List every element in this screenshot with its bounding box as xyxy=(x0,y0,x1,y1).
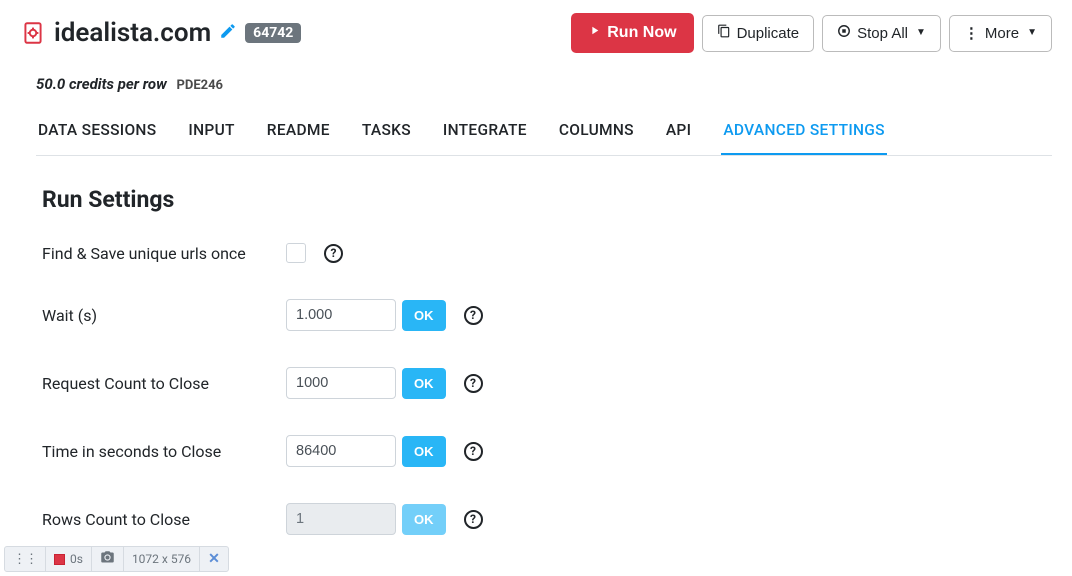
more-label: More xyxy=(985,23,1019,44)
camera-segment[interactable] xyxy=(92,547,124,571)
caret-down-icon: ▼ xyxy=(916,26,926,40)
checkbox-find-save[interactable] xyxy=(286,243,306,263)
three-dots-icon: ⋮ xyxy=(964,23,979,44)
pde-code: PDE246 xyxy=(177,78,224,93)
stop-all-label: Stop All xyxy=(857,23,908,44)
input-time-close[interactable] xyxy=(286,435,396,467)
settings-document-icon xyxy=(20,20,46,46)
caret-down-icon: ▼ xyxy=(1027,26,1037,40)
edit-icon[interactable] xyxy=(219,22,237,45)
tab-tasks[interactable]: TASKS xyxy=(360,111,413,155)
tab-columns[interactable]: COLUMNS xyxy=(557,111,636,155)
drag-dots-icon: ⋮⋮ xyxy=(13,553,37,566)
tab-api[interactable]: API xyxy=(664,111,693,155)
drag-handle[interactable]: ⋮⋮ xyxy=(5,547,46,571)
record-icon xyxy=(54,554,65,565)
ok-button-rows-count: OK xyxy=(402,504,446,535)
tab-integrate[interactable]: INTEGRATE xyxy=(441,111,529,155)
tabs: DATA SESSIONS INPUT README TASKS INTEGRATE CO… xyxy=(36,111,1052,156)
status-bar: ⋮⋮ 0s 1072 x 576 ✕ xyxy=(4,546,229,572)
credits-row: 50.0 credits per row PDE246 xyxy=(36,75,1052,93)
duplicate-button[interactable]: Duplicate xyxy=(702,15,815,52)
setting-label-find-save: Find & Save unique urls once xyxy=(42,244,286,263)
tab-readme[interactable]: README xyxy=(265,111,332,155)
setting-label-request-count: Request Count to Close xyxy=(42,374,286,393)
duplicate-label: Duplicate xyxy=(737,23,800,44)
play-icon xyxy=(588,22,601,44)
setting-label-rows-count: Rows Count to Close xyxy=(42,510,286,529)
setting-row-rows-count: Rows Count to Close OK? xyxy=(42,503,1052,535)
setting-label-wait: Wait (s) xyxy=(42,306,286,325)
record-segment[interactable]: 0s xyxy=(46,547,92,571)
setting-label-time-close: Time in seconds to Close xyxy=(42,442,286,461)
site-title: idealista.com xyxy=(54,18,211,48)
section-title: Run Settings xyxy=(42,186,1052,213)
id-badge: 64742 xyxy=(245,23,301,43)
ok-button-request-count[interactable]: OK xyxy=(402,368,446,399)
ok-button-wait[interactable]: OK xyxy=(402,300,446,331)
credits-text: 50.0 credits per row xyxy=(36,75,167,93)
run-now-label: Run Now xyxy=(607,22,676,44)
tab-advanced-settings[interactable]: ADVANCED SETTINGS xyxy=(721,111,887,155)
more-button[interactable]: ⋮ More ▼ xyxy=(949,15,1052,52)
setting-row-wait: Wait (s) OK? xyxy=(42,299,1052,331)
tab-data-sessions[interactable]: DATA SESSIONS xyxy=(36,111,158,155)
dimensions-text: 1072 x 576 xyxy=(132,552,191,566)
stop-all-button[interactable]: Stop All ▼ xyxy=(822,15,941,52)
help-icon[interactable]: ? xyxy=(464,442,483,461)
ok-button-time-close[interactable]: OK xyxy=(402,436,446,467)
input-wait[interactable] xyxy=(286,299,396,331)
camera-icon xyxy=(100,550,115,568)
help-icon[interactable]: ? xyxy=(464,374,483,393)
input-rows-count xyxy=(286,503,396,535)
copy-icon xyxy=(717,23,731,44)
tab-input[interactable]: INPUT xyxy=(186,111,236,155)
close-icon: ✕ xyxy=(208,551,220,567)
help-icon[interactable]: ? xyxy=(464,510,483,529)
action-buttons: Run Now Duplicate Stop All ▼ ⋮ More ▼ xyxy=(571,13,1052,53)
close-segment[interactable]: ✕ xyxy=(200,547,228,571)
setting-row-time-close: Time in seconds to Close OK? xyxy=(42,435,1052,467)
record-time: 0s xyxy=(70,552,83,566)
setting-row-request-count: Request Count to Close OK? xyxy=(42,367,1052,399)
input-request-count[interactable] xyxy=(286,367,396,399)
stop-icon xyxy=(837,23,851,44)
dimensions-segment: 1072 x 576 xyxy=(124,547,200,571)
help-icon[interactable]: ? xyxy=(464,306,483,325)
help-icon[interactable]: ? xyxy=(324,244,343,263)
run-now-button[interactable]: Run Now xyxy=(571,13,693,53)
setting-row-find-save: Find & Save unique urls once? xyxy=(42,243,1052,263)
